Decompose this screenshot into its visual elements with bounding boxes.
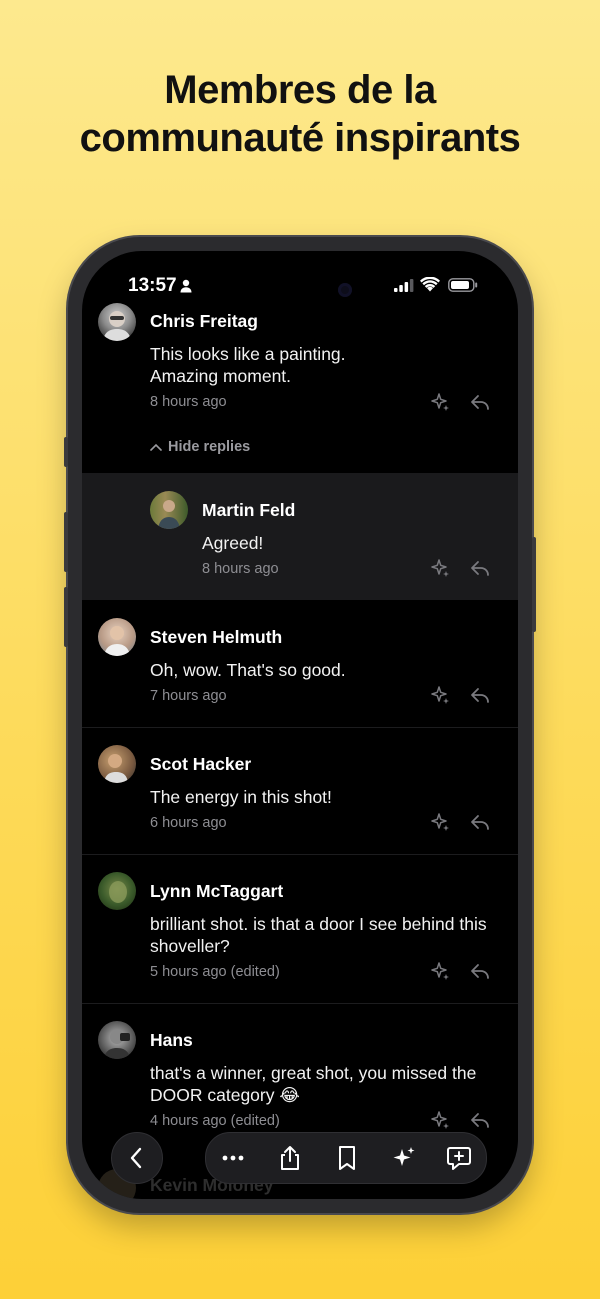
comment-author[interactable]: Martin Feld [202,500,295,521]
comments-feed[interactable]: Chris Freitag This looks like a painting… [82,251,518,1199]
reply-arrow-icon[interactable] [468,391,492,415]
volume-down-button [64,587,68,647]
comment-author[interactable]: Lynn McTaggart [150,881,283,902]
sparkle-icon[interactable] [428,557,452,581]
back-button[interactable] [111,1132,163,1184]
avatar-image [109,881,127,903]
comment-author[interactable]: Hans [150,1030,193,1051]
comment-author[interactable]: Steven Helmuth [150,627,282,648]
action-toolbar [205,1132,487,1184]
status-time: 13:57 [128,275,177,296]
comment-timestamp: 8 hours ago [150,394,227,410]
ellipsis-icon[interactable] [220,1145,246,1171]
dynamic-island [242,273,366,309]
action-button [64,437,68,467]
reply-arrow-icon[interactable] [468,1109,492,1133]
comment-timestamp: 8 hours ago [202,561,279,577]
avatar-image [103,311,131,341]
comment-timestamp: 7 hours ago [150,688,227,704]
avatar-image [104,1030,130,1059]
sparkle-icon[interactable] [428,684,452,708]
person-icon [180,279,192,293]
comment-author[interactable]: Scot Hacker [150,754,251,775]
bookmark-icon[interactable] [334,1145,360,1171]
comment-timestamp: 4 hours ago (edited) [150,1113,280,1129]
avatar[interactable] [98,303,136,341]
comment-item: Steven Helmuth Oh, wow. That's so good. … [82,600,518,728]
hide-replies-label: Hide replies [168,439,251,455]
headline-line-1: Membres de la [164,68,436,112]
reply-item: Martin Feld Agreed! 8 hours ago [82,473,518,600]
avatar-image [104,754,128,783]
comment-timestamp: 5 hours ago (edited) [150,964,280,980]
hide-replies-toggle[interactable]: Hide replies [150,439,250,455]
avatar-image [104,626,130,656]
add-comment-icon[interactable] [446,1145,472,1171]
comment-text: brilliant shot. is that a door I see beh… [150,914,487,956]
marketing-headline: Membres de la communauté inspirants [0,66,600,162]
reply-arrow-icon[interactable] [468,557,492,581]
phone-screen: 13:57 Chris Freitag This looks like a pa… [82,251,518,1199]
reply-arrow-icon[interactable] [468,960,492,984]
headline-line-2: communauté inspirants [79,116,521,160]
sparkles-icon[interactable] [391,1145,417,1171]
comment-text: Oh, wow. That's so good. [150,660,346,680]
comment-text: This looks like a painting. Amazing mome… [150,344,346,386]
avatar[interactable] [98,745,136,783]
comment-item: Hans that's a winner, great shot, you mi… [82,1003,518,1152]
sparkle-icon[interactable] [428,960,452,984]
comment-timestamp: 6 hours ago [150,815,227,831]
comment-item: Scot Hacker The energy in this shot! 6 h… [82,727,518,855]
power-button [532,537,536,632]
avatar-image [158,500,180,529]
share-icon[interactable] [277,1145,303,1171]
avatar[interactable] [98,618,136,656]
reply-arrow-icon[interactable] [468,811,492,835]
comment-text: The energy in this shot! [150,787,332,807]
signal-icon [394,279,414,292]
chevron-left-icon [130,1147,142,1169]
comment-text: that's a winner, great shot, you missed … [150,1063,477,1105]
chevron-up-icon [150,444,162,451]
wifi-icon [420,277,440,292]
avatar[interactable] [150,491,188,529]
sparkle-icon[interactable] [428,391,452,415]
avatar[interactable] [98,872,136,910]
comment-text: Agreed! [202,533,264,553]
reply-arrow-icon[interactable] [468,684,492,708]
comment-author[interactable]: Chris Freitag [150,311,258,332]
volume-up-button [64,512,68,572]
sparkle-icon[interactable] [428,811,452,835]
phone-frame: 13:57 Chris Freitag This looks like a pa… [64,237,536,1213]
comment-item: Lynn McTaggart brilliant shot. is that a… [82,854,518,1004]
battery-icon [448,278,478,292]
sparkle-icon[interactable] [428,1109,452,1133]
avatar[interactable] [98,1021,136,1059]
